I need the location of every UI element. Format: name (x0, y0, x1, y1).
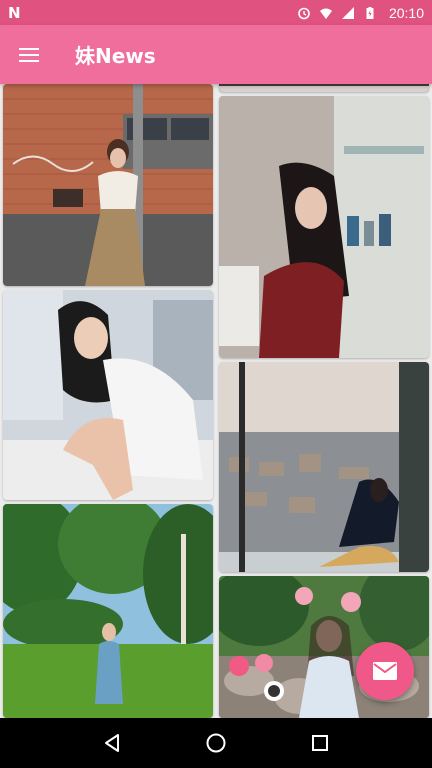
recents-icon (312, 735, 328, 751)
home-icon (206, 733, 226, 753)
photo-partial-top[interactable] (219, 84, 429, 92)
alarm-icon (298, 7, 310, 19)
wifi-icon (319, 8, 332, 19)
photo-woman-brick-wall[interactable] (3, 84, 213, 286)
photo-woman-sitting-white-dress[interactable] (3, 290, 213, 500)
photo-woman-window-city[interactable] (219, 362, 429, 572)
clock: 20:10 (388, 4, 424, 21)
app-bar: 妹News (0, 25, 432, 84)
photo-woman-in-park[interactable] (3, 504, 213, 718)
screen: N 20:10 妹News (0, 0, 432, 768)
status-icons: 20:10 (297, 5, 424, 21)
app-title: 妹News (75, 44, 156, 68)
signal-icon (341, 6, 354, 19)
home-button[interactable] (196, 723, 236, 763)
status-bar: N 20:10 (0, 0, 432, 25)
back-icon (105, 734, 119, 752)
mail-fab-button[interactable] (356, 642, 414, 700)
hamburger-menu-icon (19, 47, 39, 62)
battery-icon (366, 6, 374, 19)
mail-icon (373, 662, 397, 680)
menu-button[interactable] (0, 25, 58, 84)
back-button[interactable] (92, 723, 132, 763)
recents-button[interactable] (300, 723, 340, 763)
photo-gallery[interactable] (0, 84, 432, 718)
photo-woman-red-pajamas[interactable] (219, 96, 429, 358)
notification-n-icon: N (8, 3, 21, 22)
navigation-bar (0, 718, 432, 768)
